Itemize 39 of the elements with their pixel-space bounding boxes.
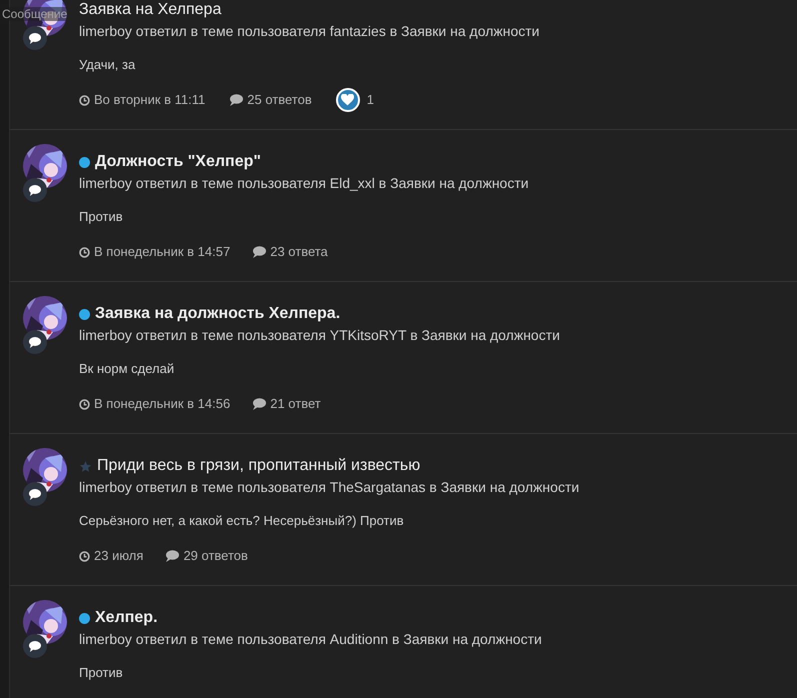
speech-bubble-icon (29, 32, 41, 44)
speech-bubble-icon (29, 488, 41, 500)
post-excerpt: Вк норм сделай (79, 360, 176, 378)
post-excerpt: Удачи, за (79, 56, 136, 74)
speech-bubble-icon (29, 336, 41, 348)
reply-count: 25 ответов (247, 91, 312, 110)
clock-icon (79, 246, 90, 258)
post-excerpt: Против (79, 664, 124, 682)
speech-bubble-icon (29, 184, 41, 196)
activity-line: limerboy ответил в теме пользователя TheSargatanas в Заявки на должности (79, 478, 580, 497)
thread-title[interactable]: Хелпер. (95, 608, 158, 628)
thread-title[interactable]: Заявка на Хелпера (79, 0, 222, 20)
post-time: В понедельник в 14:57 (94, 243, 230, 262)
post-excerpt: Против (79, 208, 124, 226)
activity-line: limerboy ответил в теме пользователя Eld_xxl в Заявки на должности (79, 174, 529, 193)
comment-icon (165, 550, 180, 562)
clock-icon (79, 550, 90, 562)
thread-title[interactable]: Заявка на должность Хелпера. (95, 304, 340, 324)
like-count: 1 (366, 91, 374, 110)
post-time: В понедельник в 14:56 (94, 395, 230, 414)
reply-count: 23 ответа (270, 243, 328, 262)
clock-icon (79, 94, 90, 106)
reply-count: 21 ответ (270, 395, 321, 414)
post-excerpt: Серьёзного нет, а какой есть? Несерьёзный?) Против (79, 512, 405, 530)
post-time: Во вторник в 11:11 (94, 91, 206, 110)
activity-line: limerboy ответил в теме пользователя YTKitsoRYT в Заявки на должности (79, 326, 560, 345)
post-time: 23 июля (94, 547, 144, 566)
comment-icon (252, 398, 266, 410)
speech-bubble-icon (29, 640, 41, 652)
thread-title[interactable]: Приди весь в грязи, пропитанный известью (97, 456, 420, 476)
comment-icon (229, 94, 244, 106)
heart-icon (341, 94, 354, 106)
reply-count: 29 ответов (183, 547, 248, 566)
clock-icon (79, 398, 90, 410)
like-button[interactable] (336, 88, 360, 112)
activity-line: limerboy ответил в теме пользователя fantazies в Заявки на должности (79, 22, 540, 41)
comment-icon (252, 246, 266, 258)
thread-title[interactable]: Должность "Хелпер" (95, 152, 261, 172)
activity-line: limerboy ответил в теме пользователя Auditionn в Заявки на должности (79, 630, 542, 649)
